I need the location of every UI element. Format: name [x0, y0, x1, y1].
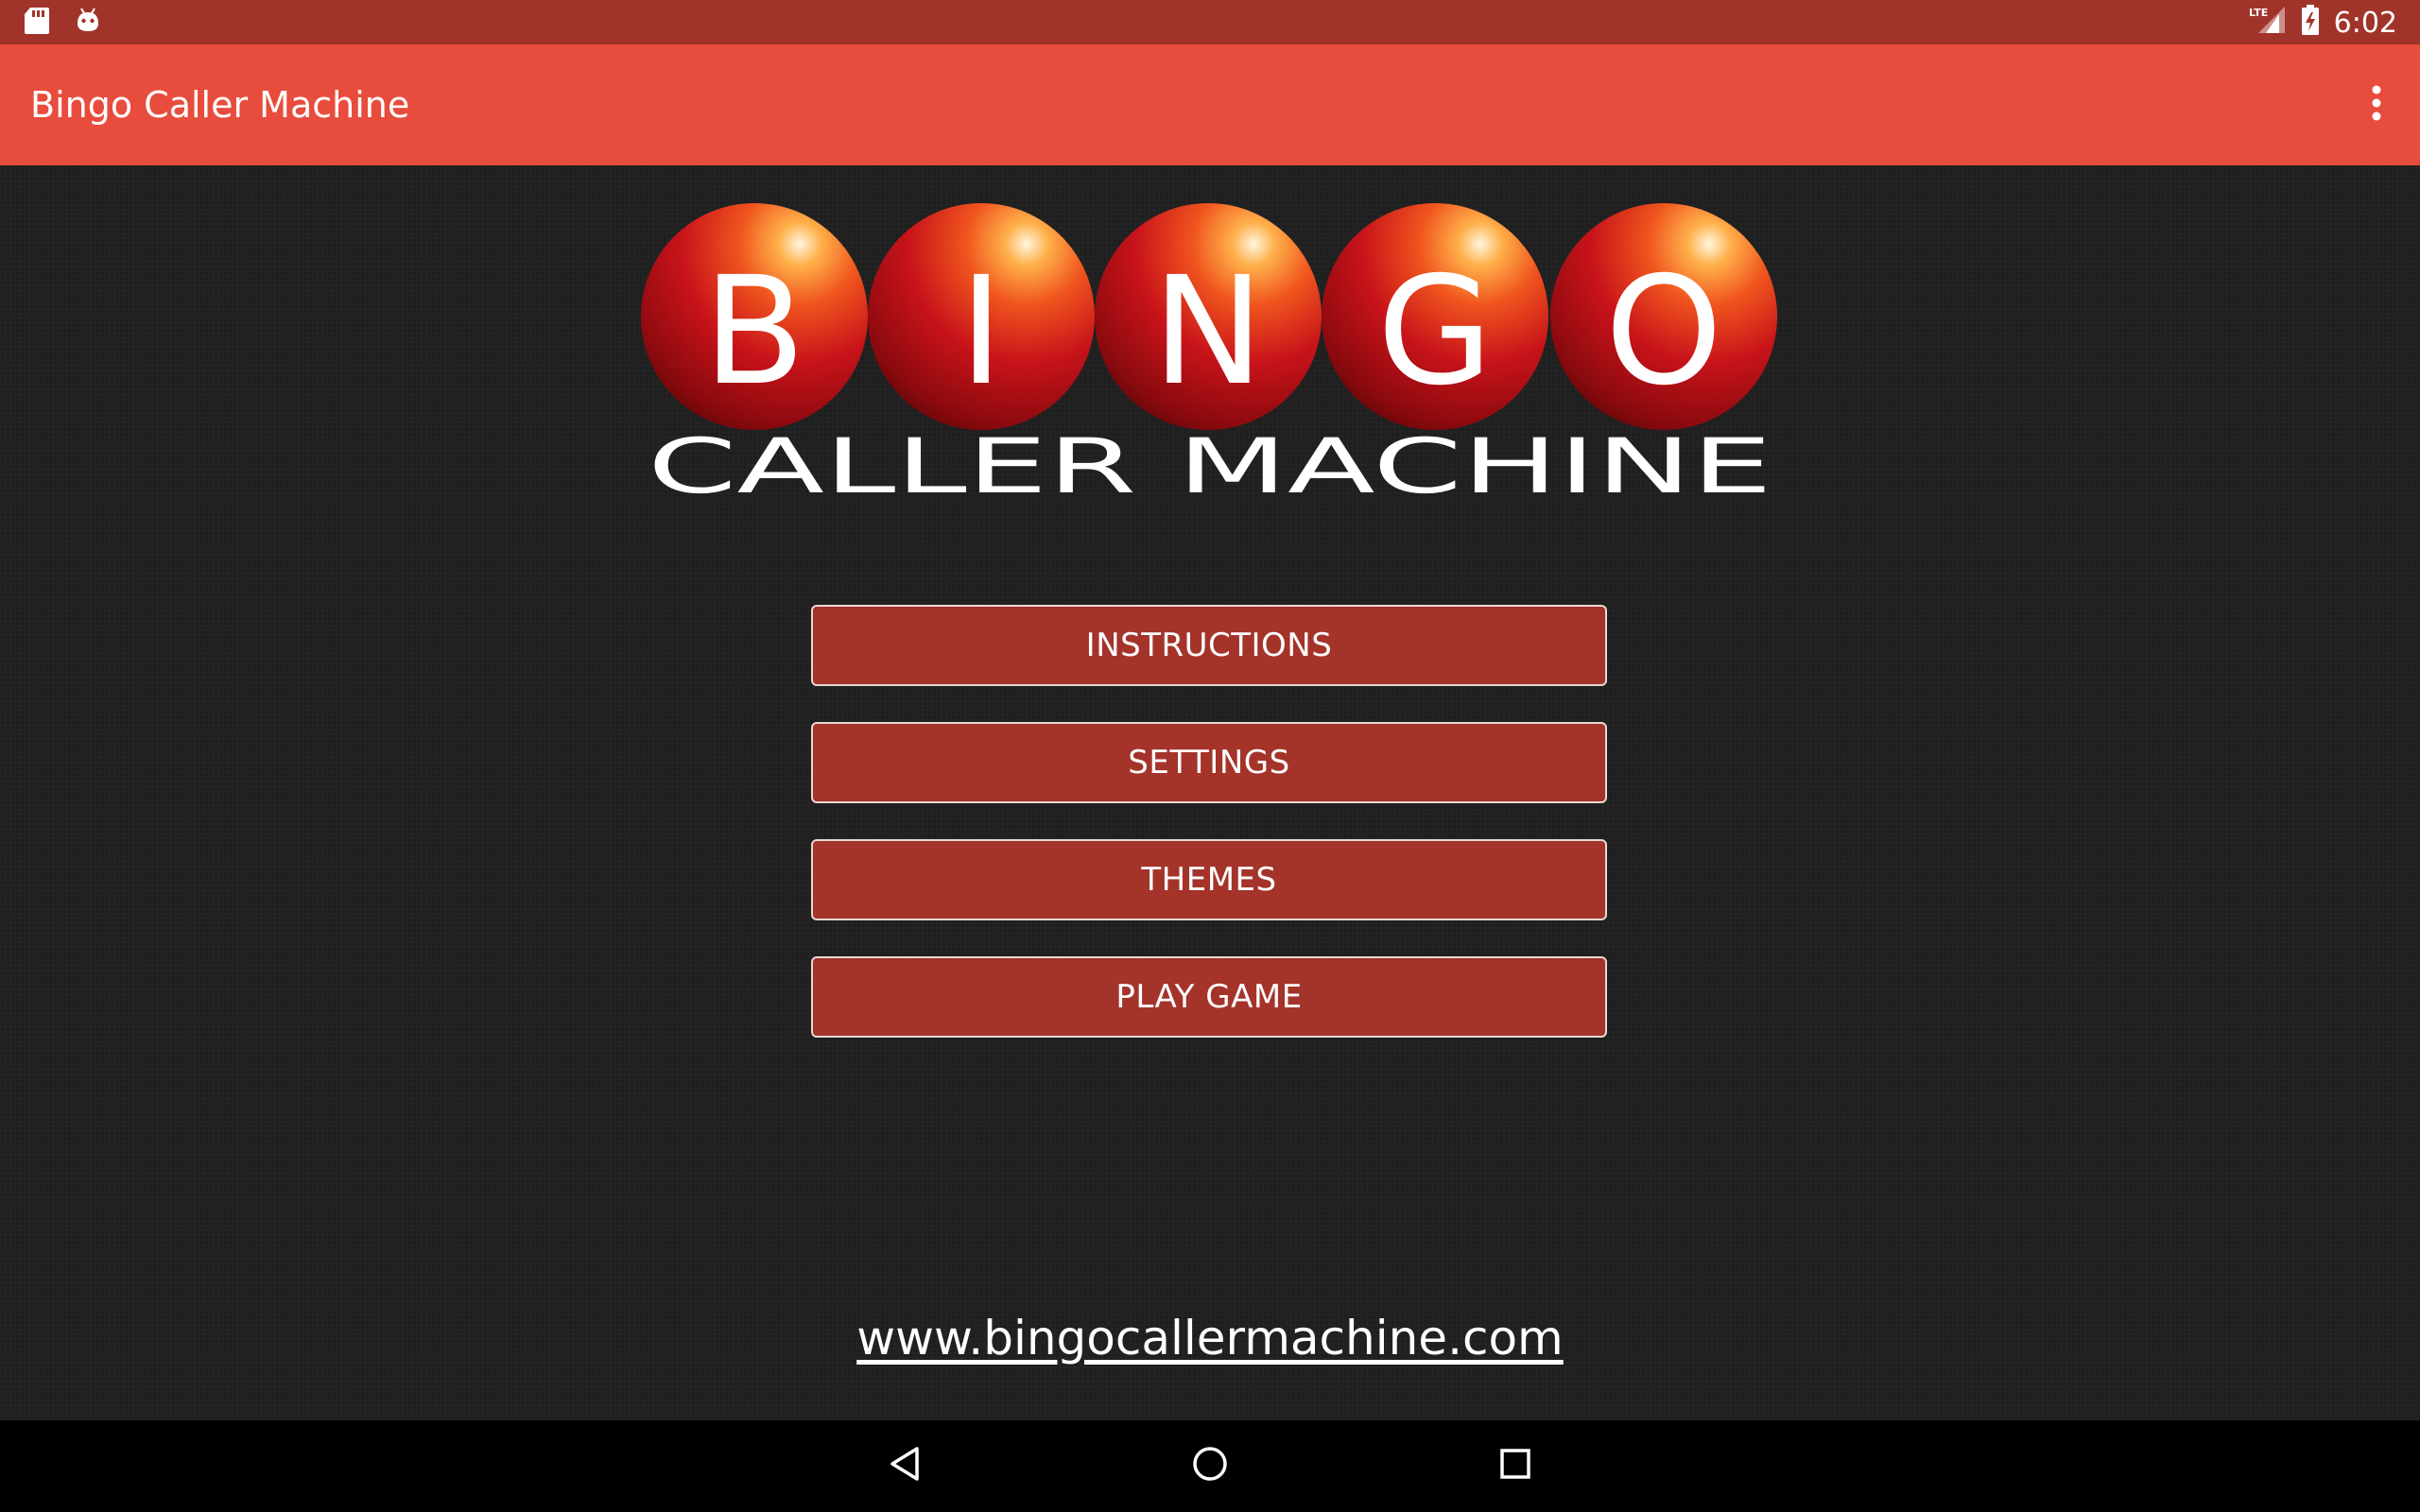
status-system-icons: LTE 6:02	[2249, 4, 2397, 43]
main-content: B I N G O CALLER MACHINE INSTRUCTIONS SE…	[0, 165, 2420, 1420]
ball-letter-g: G	[1377, 245, 1493, 419]
instructions-button[interactable]: INSTRUCTIONS	[811, 605, 1607, 686]
lte-signal-icon: LTE	[2249, 5, 2287, 43]
status-bar: LTE 6:02	[0, 0, 2420, 44]
home-button[interactable]	[1182, 1437, 1238, 1494]
svg-text:LTE: LTE	[2249, 7, 2268, 19]
settings-button[interactable]: SETTINGS	[811, 722, 1607, 803]
android-icon	[74, 7, 102, 39]
overflow-menu-button[interactable]	[2348, 77, 2405, 133]
themes-button[interactable]: THEMES	[811, 839, 1607, 920]
home-icon	[1191, 1445, 1229, 1486]
recents-icon	[1498, 1447, 1532, 1485]
bingo-logo: B I N G O CALLER MACHINE	[641, 203, 1777, 506]
sd-card-icon	[23, 6, 51, 40]
logo-subtitle: CALLER MACHINE	[648, 422, 1772, 506]
recents-button[interactable]	[1487, 1437, 1544, 1494]
screen: LTE 6:02 Bingo Caller Machine B I N G O …	[0, 0, 2420, 1512]
app-title: Bingo Caller Machine	[30, 84, 410, 126]
website-link[interactable]: www.bingocallermachine.com	[0, 1311, 2420, 1366]
battery-charging-icon	[2300, 4, 2321, 43]
ball-letter-o: O	[1605, 245, 1722, 419]
back-button[interactable]	[876, 1437, 933, 1494]
more-vert-icon	[2371, 84, 2382, 126]
ball-letter-n: N	[1152, 245, 1264, 419]
ball-letter-b: B	[703, 245, 805, 419]
play-game-button[interactable]: PLAY GAME	[811, 956, 1607, 1038]
app-bar: Bingo Caller Machine	[0, 44, 2420, 165]
back-icon	[888, 1445, 922, 1486]
clock: 6:02	[2333, 7, 2397, 40]
navigation-bar	[0, 1420, 2420, 1512]
ball-letter-i: I	[959, 245, 1004, 419]
status-notification-icons	[23, 6, 102, 40]
